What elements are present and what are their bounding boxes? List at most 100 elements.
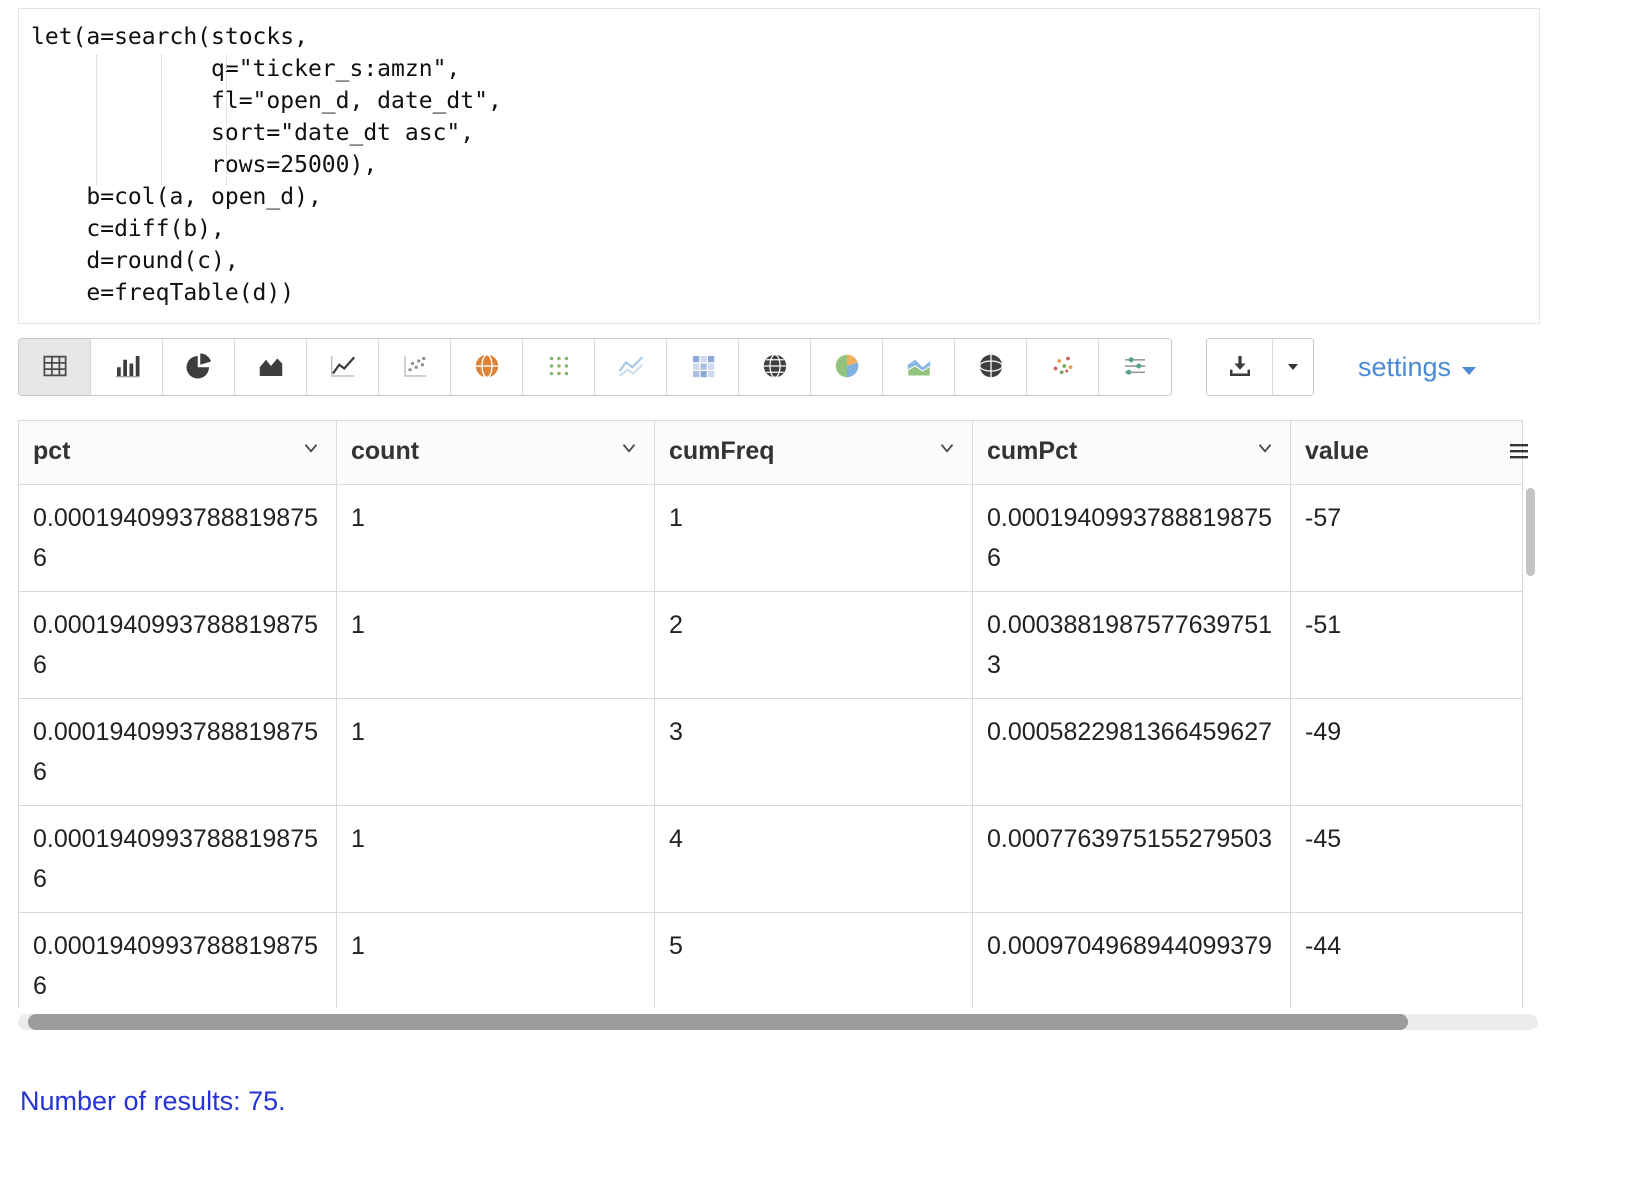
vertical-scrollbar-thumb[interactable]	[1526, 488, 1535, 576]
column-header-cumfreq[interactable]: cumFreq	[655, 421, 973, 485]
indent-guide	[96, 55, 97, 185]
viz-globe-button[interactable]	[739, 339, 811, 395]
pie-chart-icon	[184, 351, 214, 384]
line-chart-icon	[328, 351, 358, 384]
globe-orange-icon	[472, 351, 502, 384]
cell-cumpct: 0.00019409937888198756	[973, 485, 1291, 592]
globe-dark-icon	[760, 351, 790, 384]
indent-guide	[161, 55, 162, 185]
download-button[interactable]	[1207, 339, 1273, 395]
dot-grid-icon	[544, 351, 574, 384]
cell-value: -57	[1291, 485, 1523, 592]
viz-pie-color-button[interactable]	[811, 339, 883, 395]
settings-label: settings	[1358, 352, 1451, 383]
viz-area-color-button[interactable]	[883, 339, 955, 395]
area-color-icon	[904, 351, 934, 384]
visualization-toolbar: settings	[18, 338, 1626, 396]
download-options-button[interactable]	[1273, 339, 1313, 395]
cell-cumfreq: 3	[655, 699, 973, 806]
viz-scatter-color-button[interactable]	[1027, 339, 1099, 395]
table-row: 0.00019409937888198756 1 2 0.00038819875…	[19, 592, 1523, 699]
cell-count: 1	[337, 913, 655, 1009]
caret-down-icon	[1461, 352, 1477, 383]
horizontal-scrollbar-thumb[interactable]	[28, 1014, 1408, 1030]
horizontal-scrollbar[interactable]	[18, 1014, 1538, 1030]
cell-cumfreq: 5	[655, 913, 973, 1009]
bar-chart-icon	[112, 351, 142, 384]
table-row: 0.00019409937888198756 1 1 0.00019409937…	[19, 485, 1523, 592]
pie-color-icon	[832, 351, 862, 384]
results-count: Number of results: 75.	[20, 1086, 1626, 1117]
viz-bar-chart-button[interactable]	[91, 339, 163, 395]
hamburger-menu-icon	[1506, 451, 1532, 466]
cell-cumfreq: 2	[655, 592, 973, 699]
cell-cumpct: 0.00038819875776397513	[973, 592, 1291, 699]
chart-type-group	[18, 338, 1172, 396]
cell-cumpct: 0.0009704968944099379	[973, 913, 1291, 1009]
viz-pie-chart-button[interactable]	[163, 339, 235, 395]
cell-cumfreq: 4	[655, 806, 973, 913]
column-label: cumFreq	[669, 437, 775, 466]
column-label: pct	[33, 437, 71, 466]
viz-sliders-button[interactable]	[1099, 339, 1171, 395]
column-header-pct[interactable]: pct	[19, 421, 337, 485]
chevron-down-icon[interactable]	[1254, 437, 1276, 466]
sliders-icon	[1120, 351, 1150, 384]
cell-pct: 0.00019409937888198756	[19, 592, 337, 699]
viz-scatter-plot-button[interactable]	[379, 339, 451, 395]
cell-value: -49	[1291, 699, 1523, 806]
cell-pct: 0.00019409937888198756	[19, 913, 337, 1009]
column-header-value[interactable]: value	[1291, 421, 1523, 485]
download-icon	[1225, 351, 1255, 384]
cell-pct: 0.00019409937888198756	[19, 806, 337, 913]
table-header-row: pct count cumFreq cumPct value	[19, 421, 1523, 485]
cell-value: -51	[1291, 592, 1523, 699]
table-row: 0.00019409937888198756 1 3 0.00058229813…	[19, 699, 1523, 806]
table-row: 0.00019409937888198756 1 5 0.00097049689…	[19, 913, 1523, 1009]
table-icon	[40, 351, 70, 384]
viz-map-orange-button[interactable]	[451, 339, 523, 395]
download-group	[1206, 338, 1314, 396]
viz-dot-grid-button[interactable]	[523, 339, 595, 395]
chevron-down-icon[interactable]	[300, 437, 322, 466]
cell-value: -45	[1291, 806, 1523, 913]
cell-count: 1	[337, 806, 655, 913]
column-label: count	[351, 437, 419, 466]
cell-count: 1	[337, 699, 655, 806]
scatter-plot-icon	[400, 351, 430, 384]
multi-line-icon	[616, 351, 646, 384]
caret-down-icon	[1281, 354, 1305, 381]
viz-globe2-button[interactable]	[955, 339, 1027, 395]
indent-guide	[226, 55, 227, 185]
column-header-cumpct[interactable]: cumPct	[973, 421, 1291, 485]
viz-line-chart-button[interactable]	[307, 339, 379, 395]
heatmap-icon	[688, 351, 718, 384]
viz-area-chart-button[interactable]	[235, 339, 307, 395]
code-text: let(a=search(stocks, q="ticker_s:amzn", …	[31, 21, 1529, 309]
cell-cumpct: 0.0007763975155279503	[973, 806, 1291, 913]
results-table: pct count cumFreq cumPct value 0.0001940…	[18, 420, 1538, 1008]
chevron-down-icon[interactable]	[618, 437, 640, 466]
cell-pct: 0.00019409937888198756	[19, 699, 337, 806]
cell-cumpct: 0.0005822981366459627	[973, 699, 1291, 806]
column-header-count[interactable]: count	[337, 421, 655, 485]
viz-heatmap-button[interactable]	[667, 339, 739, 395]
table-row: 0.00019409937888198756 1 4 0.00077639751…	[19, 806, 1523, 913]
column-label: cumPct	[987, 437, 1077, 466]
cell-count: 1	[337, 592, 655, 699]
cell-count: 1	[337, 485, 655, 592]
area-chart-icon	[256, 351, 286, 384]
viz-multi-line-button[interactable]	[595, 339, 667, 395]
cell-cumfreq: 1	[655, 485, 973, 592]
column-label: value	[1305, 437, 1369, 466]
vertical-scrollbar[interactable]	[1523, 486, 1538, 1006]
chevron-down-icon[interactable]	[936, 437, 958, 466]
cell-pct: 0.00019409937888198756	[19, 485, 337, 592]
settings-button[interactable]: settings	[1352, 351, 1483, 384]
code-editor[interactable]: let(a=search(stocks, q="ticker_s:amzn", …	[18, 8, 1540, 324]
table-menu-button[interactable]	[1504, 438, 1534, 466]
globe2-dark-icon	[976, 351, 1006, 384]
cell-value: -44	[1291, 913, 1523, 1009]
viz-table-button[interactable]	[19, 339, 91, 395]
scatter-color-icon	[1048, 351, 1078, 384]
